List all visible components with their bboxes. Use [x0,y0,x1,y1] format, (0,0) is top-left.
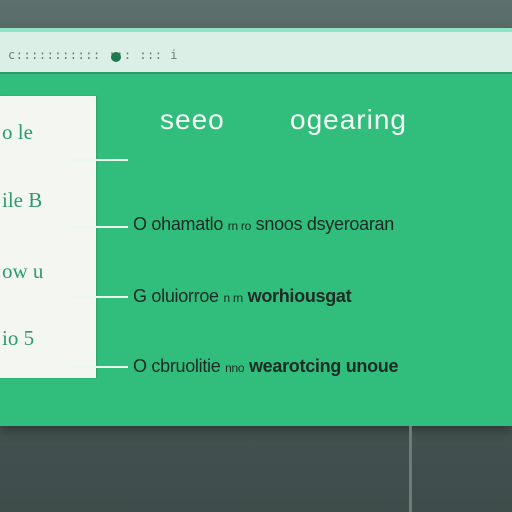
title-bar: c::::::::::: ::: ::: i [0,32,512,74]
desk-divider [409,426,412,512]
list-item-tail: snoos dsyeroaran [255,214,395,234]
header-title-left: seeo [160,104,225,135]
left-label: io 5 [2,326,35,350]
left-panel: o le ile B ow u io 5 [0,96,96,378]
list-item-prefix: G [133,286,147,306]
list-item-text: cbruolitie [151,356,221,376]
left-label: ile B [2,188,43,212]
left-label: o le [2,120,33,144]
list-item-tail: wearotcing unoue [248,356,399,376]
header-title-right: ogearing [290,104,407,135]
list-item-text: ohamatlo [151,214,224,234]
app-window: c::::::::::: ::: ::: i o le ile B ow u i… [0,28,512,426]
connector-line [70,159,128,161]
connector-line [70,226,128,228]
list-item-text: oluiorroe [151,286,219,306]
list-item-tail: worhiousgat [247,286,352,306]
list-item[interactable]: O ohamatlo rn ro snoos dsyeroaran [133,214,394,235]
list-item[interactable]: O cbruolitie nno wearotcing unoue [133,356,399,377]
main-content: o le ile B ow u io 5 seeo ogearing O oha… [0,74,512,426]
list-item-prefix: O [133,214,147,234]
status-dot-icon [111,52,121,62]
list-item-small: n rn [223,291,243,305]
left-label: ow u [2,259,44,283]
list-item-small: rn ro [227,219,251,233]
list-item-prefix: O [133,356,147,376]
address-bar[interactable]: c::::::::::: ::: ::: i [8,48,178,62]
connector-line [70,366,128,368]
list-item-small: nno [225,361,245,375]
connector-line [70,296,128,298]
list-item[interactable]: G oluiorroe n rn worhiousgat [133,286,352,307]
